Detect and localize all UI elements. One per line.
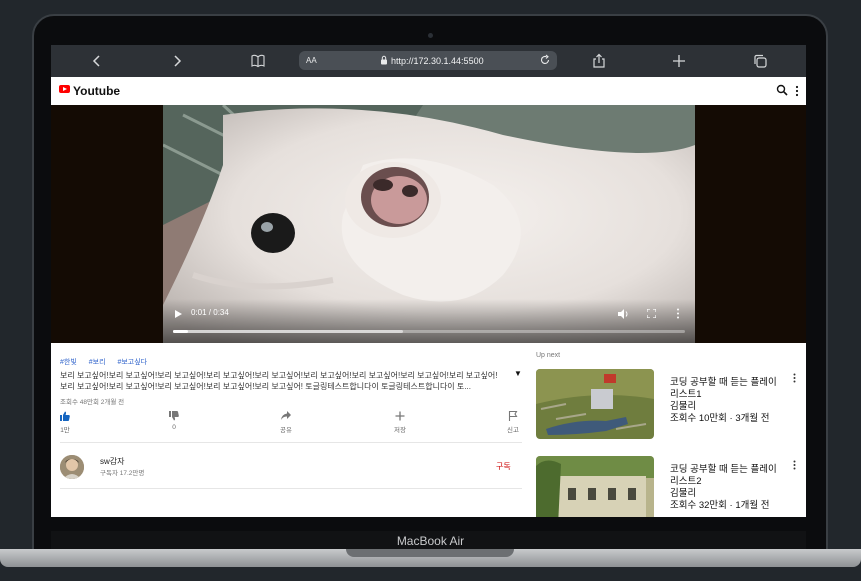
back-button[interactable] bbox=[87, 51, 107, 71]
share-video-button[interactable]: 공유 bbox=[266, 411, 306, 434]
progress-bar bbox=[173, 330, 189, 333]
forward-button[interactable] bbox=[167, 51, 187, 71]
tabs-icon bbox=[754, 54, 767, 68]
share-icon bbox=[281, 411, 291, 420]
chevron-right-icon bbox=[174, 55, 182, 67]
more-vert-icon[interactable] bbox=[793, 373, 796, 383]
divider bbox=[60, 488, 522, 489]
subscriber-count: 구독자 17.2만명 bbox=[100, 470, 145, 477]
upnext-item[interactable]: 코딩 공부할 때 듣는 플레이리스트2 김물리 조회수 32만회 · 1개월 전 bbox=[536, 456, 798, 517]
upnext-item[interactable]: 코딩 공부할 때 듣는 플레이리스트1 김물리 조회수 10만회 · 3개월 전 bbox=[536, 369, 798, 441]
report-button[interactable]: 신고 bbox=[493, 411, 533, 434]
report-label: 신고 bbox=[507, 427, 519, 434]
channel-row[interactable]: sw감자 구독자 17.2만명 구독 bbox=[60, 453, 522, 479]
tag[interactable]: #보고싶다 bbox=[117, 359, 147, 366]
app-title[interactable]: Youtube bbox=[73, 84, 120, 98]
plus-icon bbox=[395, 411, 405, 421]
tag[interactable]: #한빛 bbox=[60, 359, 77, 366]
upnext-stats: 조회수 10만회 · 3개월 전 bbox=[670, 413, 770, 424]
share-button[interactable] bbox=[589, 51, 609, 71]
plus-icon bbox=[673, 55, 685, 67]
book-icon bbox=[251, 54, 265, 68]
dislike-count: 0 bbox=[172, 424, 176, 431]
avatar-image bbox=[60, 455, 84, 479]
chevron-left-icon bbox=[92, 55, 100, 67]
screen: AA http://172.30.1.44:5500 Youtube 0:01 … bbox=[51, 45, 806, 517]
channel-avatar[interactable] bbox=[60, 455, 84, 479]
reload-icon[interactable] bbox=[539, 54, 551, 66]
buffered-bar bbox=[173, 330, 404, 333]
divider bbox=[60, 442, 522, 443]
expand-description-icon[interactable]: ▼ bbox=[514, 369, 522, 378]
thumbs-up-icon bbox=[60, 411, 70, 421]
subscribe-button[interactable]: 구독 bbox=[496, 461, 511, 472]
upnext-info[interactable]: 코딩 공부할 때 듣는 플레이리스트1 김물리 조회수 10만회 · 3개월 전 bbox=[670, 377, 782, 425]
text-size-button[interactable]: AA bbox=[306, 56, 317, 65]
url-text: http://172.30.1.44:5500 bbox=[391, 56, 484, 66]
like-count: 1만 bbox=[60, 427, 70, 434]
youtube-logo-icon[interactable] bbox=[59, 85, 70, 93]
tag-list: #한빛 #보리 #보고싶다 bbox=[60, 357, 522, 367]
video-thumbnail[interactable] bbox=[536, 369, 654, 439]
lock-icon bbox=[381, 55, 387, 65]
video-player[interactable]: 0:01 / 0:34 bbox=[51, 105, 806, 343]
player-menu-icon[interactable] bbox=[676, 308, 680, 319]
bookmarks-button[interactable] bbox=[248, 51, 268, 71]
share-icon bbox=[593, 53, 605, 68]
volume-icon[interactable] bbox=[618, 309, 629, 319]
more-vert-icon[interactable] bbox=[794, 84, 800, 98]
browser-toolbar: AA http://172.30.1.44:5500 bbox=[51, 45, 806, 77]
thumbs-down-icon bbox=[169, 411, 179, 421]
dislike-button[interactable]: 0 bbox=[154, 411, 194, 431]
upnext-title: 코딩 공부할 때 듣는 플레이리스트1 bbox=[670, 377, 777, 400]
like-button[interactable]: 1만 bbox=[51, 411, 85, 434]
device-brand: MacBook Air bbox=[396, 534, 465, 548]
search-icon[interactable] bbox=[776, 84, 788, 96]
app-header: Youtube bbox=[51, 77, 806, 105]
player-controls: 0:01 / 0:34 bbox=[163, 299, 695, 343]
video-info: #한빛 #보리 #보고싶다 보리 보고싶어!보리 보고싶어!보리 보고싶어!보리… bbox=[60, 357, 522, 406]
video-thumbnail[interactable] bbox=[536, 456, 654, 517]
time-display: 0:01 / 0:34 bbox=[191, 308, 229, 317]
upnext-channel: 김물리 bbox=[670, 401, 697, 412]
upnext-title: 코딩 공부할 때 듣는 플레이리스트2 bbox=[670, 464, 777, 487]
new-tab-button[interactable] bbox=[669, 51, 689, 71]
video-description[interactable]: 보리 보고싶어!보리 보고싶어!보리 보고싶어!보리 보고싶어!보리 보고싶어!… bbox=[60, 370, 506, 392]
action-bar: 1만 0 공유 저장 신고 bbox=[60, 411, 522, 441]
upnext-stats: 조회수 32만회 · 1개월 전 bbox=[670, 500, 770, 511]
fullscreen-icon[interactable] bbox=[647, 309, 656, 318]
flag-icon bbox=[508, 411, 518, 421]
channel-name[interactable]: sw감자 bbox=[100, 456, 125, 467]
laptop-notch bbox=[346, 549, 514, 557]
save-label: 저장 bbox=[394, 427, 406, 434]
thumbnail-image bbox=[536, 456, 654, 517]
thumbnail-image bbox=[536, 369, 654, 439]
upnext-heading: Up next bbox=[536, 352, 561, 359]
upnext-channel: 김물리 bbox=[670, 488, 697, 499]
more-vert-icon[interactable] bbox=[793, 460, 796, 470]
camera bbox=[428, 33, 433, 38]
upnext-info[interactable]: 코딩 공부할 때 듣는 플레이리스트2 김물리 조회수 32만회 · 1개월 전 bbox=[670, 464, 782, 512]
play-icon[interactable] bbox=[175, 310, 182, 318]
address-bar[interactable]: AA http://172.30.1.44:5500 bbox=[299, 51, 557, 70]
progress-track[interactable] bbox=[173, 330, 685, 333]
share-label: 공유 bbox=[280, 427, 292, 434]
save-button[interactable]: 저장 bbox=[380, 411, 420, 434]
tabs-button[interactable] bbox=[750, 51, 770, 71]
tag[interactable]: #보리 bbox=[89, 359, 106, 366]
video-meta: 조회수 48만회 2개월 전 bbox=[60, 399, 125, 406]
